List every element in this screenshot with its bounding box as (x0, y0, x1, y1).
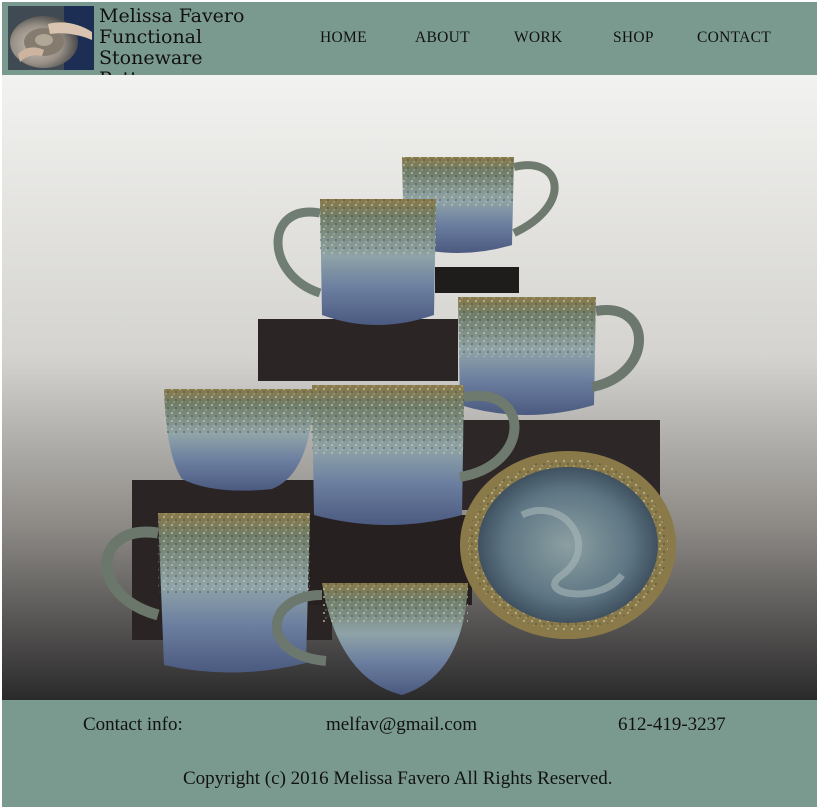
nav-about-link[interactable]: ABOUT (415, 29, 470, 47)
nav-contact-link[interactable]: CONTACT (697, 29, 771, 47)
hero-image (2, 75, 817, 700)
email-link[interactable]: melfav@gmail.com (326, 714, 477, 736)
site-title-line1: Melissa Favero (99, 5, 245, 27)
phone-number: 612-419-3237 (618, 714, 726, 735)
nav-work-link[interactable]: WORK (514, 29, 563, 47)
site-header: Melissa Favero Functional Stoneware Pott… (2, 2, 817, 90)
nav-shop-link[interactable]: SHOP (613, 29, 654, 47)
nav-home-link[interactable]: HOME (320, 29, 367, 47)
contact-label: Contact info: (83, 714, 183, 735)
copyright-text: Copyright (c) 2016 Melissa Favero All Ri… (183, 768, 613, 789)
page-frame: Melissa Favero Functional Stoneware Pott… (2, 2, 817, 807)
main-nav: HOME ABOUT WORK SHOP CONTACT (2, 29, 817, 49)
site-footer: Contact info: melfav@gmail.com 612-419-3… (2, 700, 817, 807)
stoneware-mugs-and-bowl-photo-icon (2, 75, 817, 700)
